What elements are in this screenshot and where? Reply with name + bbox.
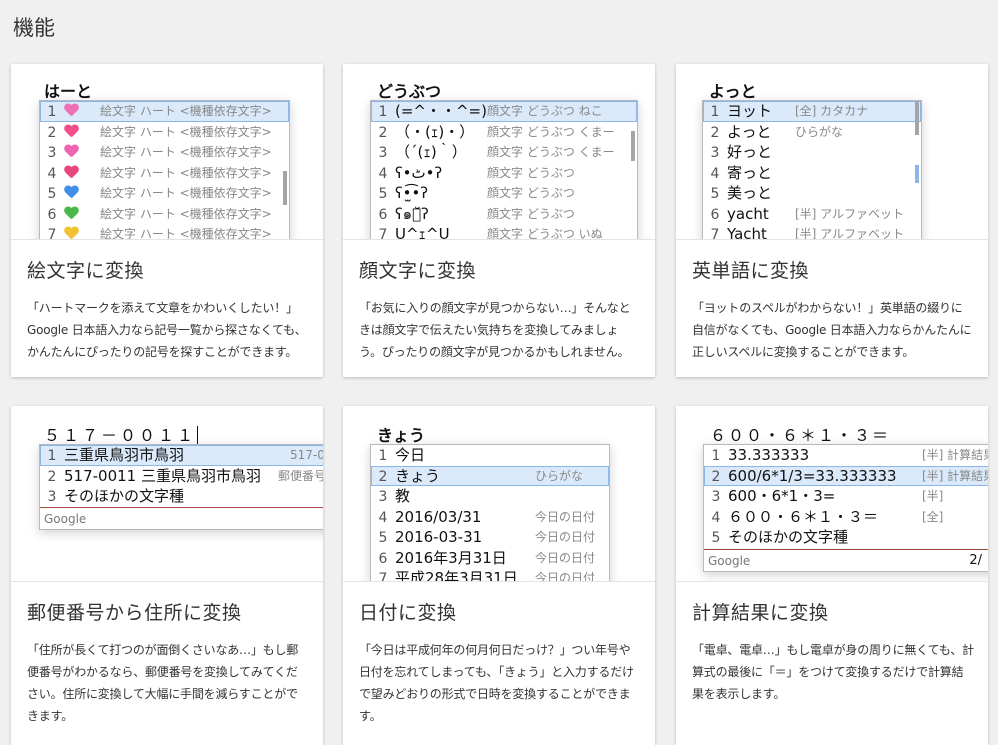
card-title: 日付に変換: [359, 602, 457, 624]
candidate-row[interactable]: 4 ６００・６＊１・３＝ [全]: [704, 507, 988, 528]
typed-text: どうぶつ: [377, 82, 442, 101]
candidate-row[interactable]: 2 きょう ひらがな: [371, 465, 609, 486]
card-description: 「お気に入りの顔文字が見つからない…」そんなときは顔文字で伝えたい気持ちを変換し…: [359, 301, 631, 359]
candidate-row[interactable]: 3教: [371, 486, 609, 507]
candidate-row[interactable]: 3 絵文字 ハート <機種依存文字>: [40, 142, 289, 163]
candidate-row[interactable]: 3 （´(ｪ)｀） 顔文字 どうぶつ くまー: [371, 142, 637, 163]
candidate-row[interactable]: 6 2016年3月31日 今日の日付: [371, 548, 609, 569]
section-title: 機能: [13, 16, 55, 40]
candidate-row[interactable]: 1 (=^・・^=) 顔文字 どうぶつ ねこ: [371, 101, 637, 122]
candidate-row[interactable]: 2 517-0011 三重県鳥羽市鳥羽 郵便番号: [40, 466, 323, 487]
date-screenshot: きょう 1 今日 2 きょう ひらがな 3教 4 2016/03/31 今日の日付 5 20…: [343, 406, 655, 582]
feature-card-emoji[interactable]: はーと 1 絵文字 ハート <機種依存文字> 2 絵文字 ハート <機種依存文字> …: [11, 64, 323, 377]
card-description: 「今日は平成何年の何月何日だっけ？」つい年号や日付を忘れてしまっても、「きょう」…: [359, 643, 634, 723]
postal-screenshot: ５１７－００１１ 1三重県鳥羽市鳥羽517-0011 2517-0011 三重県…: [11, 406, 323, 582]
candidate-row[interactable]: 1三重県鳥羽市鳥羽517-0011: [40, 445, 323, 466]
scrollbar[interactable]: [915, 101, 919, 135]
candidate-row[interactable]: 3 そのほかの文字種: [40, 486, 323, 507]
candidate-row[interactable]: 2 絵文字 ハート <機種依存文字>: [40, 122, 289, 143]
candidate-row[interactable]: 5 絵文字 ハート <機種依存文字>: [40, 183, 289, 204]
card-description: 「電卓、電卓…」もし電卓が身の周りに無くても、計算式の最後に「＝」をつけて変換す…: [692, 643, 974, 701]
candidate-row[interactable]: 7 Yacht [半] アルファベット: [703, 224, 921, 239]
card-title: 郵便番号から住所に変換: [27, 602, 242, 624]
google-logo: Google: [44, 512, 87, 526]
heart-emoji-icon: [64, 186, 79, 199]
candidate-row[interactable]: 3 好っと: [703, 142, 921, 163]
candidate-row[interactable]: 1 絵文字 ハート <機種依存文字>: [40, 101, 289, 122]
candidate-row[interactable]: 1 今日: [371, 445, 609, 466]
google-logo: Google: [708, 554, 751, 568]
candidate-row[interactable]: 1 33.333333 [半] 計算結果: [704, 445, 988, 466]
candidate-window: 1 ヨット [全] カタカナ 2 よっと ひらがな 3 好っと 4 寄っと 5 美っと 6 ya…: [702, 100, 922, 239]
card-title: 計算結果に変換: [692, 602, 829, 624]
feature-card-date[interactable]: きょう 1 今日 2 きょう ひらがな 3教 4 2016/03/31 今日の日付 5 20…: [343, 406, 655, 745]
feature-card-postal[interactable]: ５１７－００１１ 1三重県鳥羽市鳥羽517-0011 2517-0011 三重県…: [11, 406, 323, 745]
page-indicator: 2/: [969, 553, 982, 568]
typed-text: きょう: [377, 426, 426, 445]
candidate-row[interactable]: 5 ʕ•̫͡•ʔ 顔文字 どうぶつ: [371, 183, 637, 204]
candidate-row[interactable]: 5 美っと: [703, 183, 921, 204]
google-footer: Google: [40, 507, 323, 529]
candidate-window: 1 33.333333 [半] 計算結果 2 600/6*1/3=33.333333[…: [703, 444, 988, 572]
candidate-window: 1 今日 2 きょう ひらがな 3教 4 2016/03/31 今日の日付 5 2016-0…: [370, 444, 610, 581]
typed-text: はーと: [44, 82, 93, 101]
typed-text: ５１７－００１１: [44, 426, 199, 445]
heart-emoji-icon: [64, 104, 79, 117]
candidate-row[interactable]: 2 600/6*1/3=33.333333 [半] 計算結果: [704, 465, 988, 486]
feature-card-calculation[interactable]: ６００・６＊１・３＝ 1 33.333333 [半] 計算結果 2 600/6*1/3…: [676, 406, 988, 745]
candidate-row[interactable]: 7 平成28年3月31日 今日の日付: [371, 568, 609, 581]
card-title: 絵文字に変換: [27, 260, 145, 282]
candidate-window: 1三重県鳥羽市鳥羽517-0011 2517-0011 三重県鳥羽市鳥羽郵便番号…: [39, 444, 323, 530]
candidate-row[interactable]: 4 ʕ•ٹ•ʔ 顔文字 どうぶつ: [371, 163, 637, 184]
candidate-row[interactable]: 6 ʕ๑ஜ̆ʔ 顔文字 どうぶつ: [371, 204, 637, 225]
heart-emoji-icon: [64, 145, 79, 158]
candidate-window: 1 (=^・・^=) 顔文字 どうぶつ ねこ 2 （・(ｪ)・） 顔文字 どうぶつ くま…: [370, 100, 638, 239]
candidate-row[interactable]: 2 （・(ｪ)・） 顔文字 どうぶつ くまー: [371, 122, 637, 143]
typed-text: ６００・６＊１・３＝: [710, 426, 891, 445]
emoji-screenshot: はーと 1 絵文字 ハート <機種依存文字> 2 絵文字 ハート <機種依存文字> …: [11, 64, 323, 240]
candidate-row[interactable]: 6 絵文字 ハート <機種依存文字>: [40, 204, 289, 225]
calculation-screenshot: ６００・６＊１・３＝ 1 33.333333 [半] 計算結果 2 600/6*1/3…: [676, 406, 988, 582]
candidate-window: 1 絵文字 ハート <機種依存文字> 2 絵文字 ハート <機種依存文字> 3 絵文字…: [39, 100, 290, 239]
candidate-row[interactable]: 5 そのほかの文字種: [704, 527, 988, 548]
feature-card-english[interactable]: よっと 1 ヨット [全] カタカナ 2 よっと ひらがな 3 好っと 4 寄っと 5 美っと…: [676, 64, 988, 377]
heart-emoji-icon: [64, 207, 79, 220]
candidate-row[interactable]: 3 600・6*1・3= [半]: [704, 486, 988, 507]
candidate-row[interactable]: 2 よっと ひらがな: [703, 122, 921, 143]
card-description: 「住所が長くて打つのが面倒くさいなあ…」もし郵便番号がわかるなら、郵便番号を変換…: [27, 643, 299, 723]
scrollbar[interactable]: [283, 171, 287, 205]
scroll-indicator: [915, 165, 919, 183]
card-title: 英単語に変換: [692, 260, 810, 282]
card-title: 顔文字に変換: [359, 260, 477, 282]
candidate-row[interactable]: 7 絵文字 ハート <機種依存文字>: [40, 224, 289, 239]
kaomoji-screenshot: どうぶつ 1 (=^・・^=) 顔文字 どうぶつ ねこ 2 （・(ｪ)・） 顔文字 どう…: [343, 64, 655, 240]
english-screenshot: よっと 1 ヨット [全] カタカナ 2 よっと ひらがな 3 好っと 4 寄っと 5 美っと…: [676, 64, 988, 240]
heart-emoji-icon: [64, 125, 79, 138]
scrollbar[interactable]: [631, 131, 635, 161]
candidate-row[interactable]: 5 2016-03-31 今日の日付: [371, 527, 609, 548]
candidate-row[interactable]: 7 U^ｪ^U 顔文字 どうぶつ いぬ: [371, 224, 637, 239]
feature-card-kaomoji[interactable]: どうぶつ 1 (=^・・^=) 顔文字 どうぶつ ねこ 2 （・(ｪ)・） 顔文字 どう…: [343, 64, 655, 377]
typed-text: よっと: [709, 82, 757, 101]
heart-emoji-icon: [64, 166, 79, 179]
card-description: 「ヨットのスペルがわからない！」英単語の綴りに自信がなくても、Google 日本…: [692, 301, 972, 359]
candidate-row[interactable]: 4 寄っと: [703, 163, 921, 184]
card-description: 「ハートマークを添えて文章をかわいくしたい！」Google 日本語入力なら記号一…: [27, 301, 307, 359]
candidate-row[interactable]: 4 絵文字 ハート <機種依存文字>: [40, 163, 289, 184]
google-footer: Google 2/: [704, 549, 988, 571]
candidate-row[interactable]: 6 yacht [半] アルファベット: [703, 204, 921, 225]
candidate-row[interactable]: 4 2016/03/31 今日の日付: [371, 507, 609, 528]
heart-emoji-icon: [64, 227, 79, 239]
candidate-row[interactable]: 1 ヨット [全] カタカナ: [703, 101, 921, 122]
